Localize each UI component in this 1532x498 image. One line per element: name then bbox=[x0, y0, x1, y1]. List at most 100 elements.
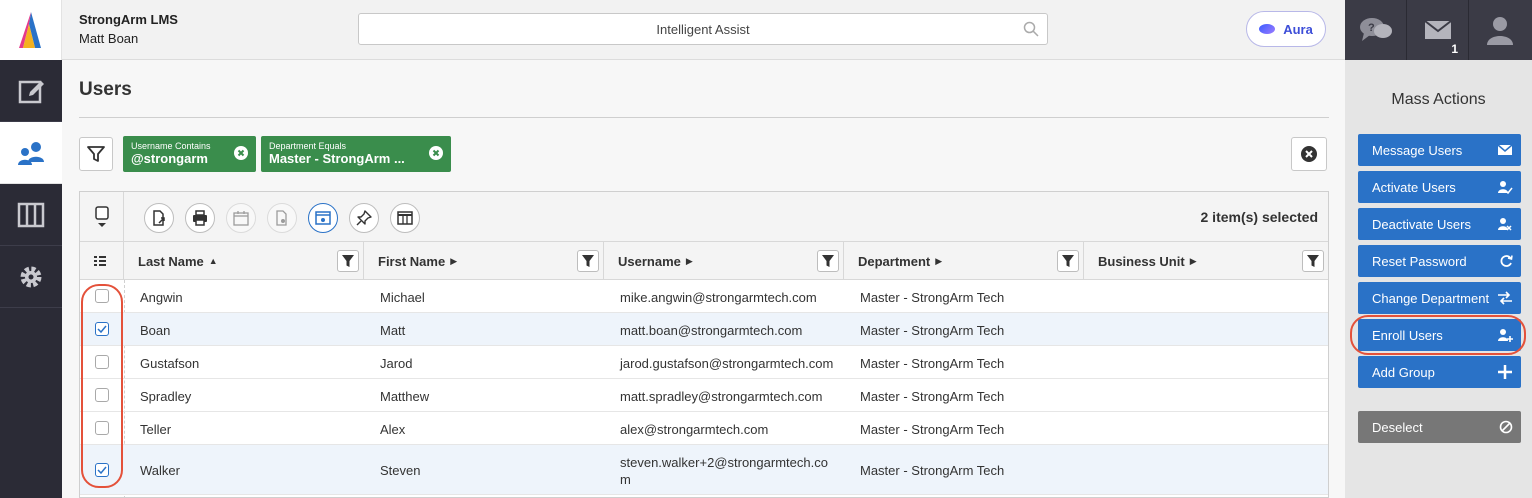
column-header-first-name[interactable]: First Name ▶ bbox=[364, 242, 604, 280]
cell-first-name: Steven bbox=[380, 463, 421, 478]
filter-chip-department[interactable]: Department Equals Master - StrongArm ... bbox=[261, 136, 451, 172]
activate-users-button[interactable]: Activate Users bbox=[1358, 171, 1521, 203]
sort-icon: ▶ bbox=[935, 255, 943, 266]
filter-button[interactable] bbox=[79, 137, 113, 171]
search-input[interactable]: Intelligent Assist bbox=[358, 13, 1048, 45]
pin-icon bbox=[356, 210, 372, 226]
schedule-button[interactable] bbox=[226, 203, 256, 233]
cell-department: Master - StrongArm Tech bbox=[860, 356, 1005, 371]
button-label: Activate Users bbox=[1372, 179, 1456, 195]
change-department-button[interactable]: Change Department bbox=[1358, 282, 1521, 314]
reset-password-button[interactable]: Reset Password bbox=[1358, 245, 1521, 277]
username-line-wrap: m bbox=[620, 472, 631, 487]
filter-chip-label: Username Contains bbox=[131, 141, 211, 151]
button-label: Message Users bbox=[1372, 142, 1463, 158]
table-row[interactable]: Teller Alex alex@strongarmtech.com Maste… bbox=[80, 412, 1328, 445]
list-icon bbox=[94, 256, 106, 266]
pin-button[interactable] bbox=[349, 203, 379, 233]
cell-last-name: Boan bbox=[140, 323, 171, 338]
button-label: Add Group bbox=[1372, 364, 1435, 380]
column-filter-button[interactable] bbox=[817, 250, 839, 272]
envelope-icon bbox=[1423, 20, 1452, 39]
filter-chip-value: Master - StrongArm ... bbox=[269, 151, 405, 166]
mass-actions-panel: Mass Actions Message Users Activate User… bbox=[1345, 60, 1532, 498]
message-users-button[interactable]: Message Users bbox=[1358, 134, 1521, 166]
search-placeholder: Intelligent Assist bbox=[656, 22, 750, 37]
document-share-icon bbox=[276, 210, 287, 226]
cell-department: Master - StrongArm Tech bbox=[860, 422, 1005, 437]
help-button[interactable]: ? bbox=[1345, 0, 1407, 60]
export-button[interactable] bbox=[144, 203, 174, 233]
column-header-business-unit[interactable]: Business Unit ▶ bbox=[1084, 242, 1328, 280]
column-header-department[interactable]: Department ▶ bbox=[844, 242, 1084, 280]
top-header: StrongArm LMS Matt Boan Intelligent Assi… bbox=[62, 0, 1345, 60]
svg-text:?: ? bbox=[1368, 22, 1375, 34]
select-all-dropdown[interactable] bbox=[80, 192, 124, 242]
filter-icon bbox=[342, 255, 354, 267]
column-label: Business Unit bbox=[1098, 253, 1185, 269]
table-columns-icon bbox=[397, 211, 413, 225]
table-row[interactable]: Boan Matt matt.boan@strongarmtech.com Ma… bbox=[80, 313, 1328, 346]
column-label: Username bbox=[618, 253, 681, 269]
table-row[interactable]: Gustafson Jarod jarod.gustafson@strongar… bbox=[80, 346, 1328, 379]
clear-filters-button[interactable] bbox=[1291, 137, 1327, 171]
cell-username: mike.angwin@strongarmtech.com bbox=[620, 290, 817, 305]
table-row[interactable]: Spradley Matthew matt.spradley@strongarm… bbox=[80, 379, 1328, 412]
nav-item-catalog[interactable] bbox=[0, 184, 62, 246]
messages-button[interactable]: 1 bbox=[1407, 0, 1469, 60]
remove-filter-icon[interactable] bbox=[234, 146, 248, 160]
cell-last-name: Angwin bbox=[140, 290, 183, 305]
button-label: Change Department bbox=[1372, 290, 1490, 306]
cell-first-name: Matt bbox=[380, 323, 406, 338]
username-line: steven.walker+2@strongarmtech.co bbox=[620, 455, 828, 470]
column-filter-button[interactable] bbox=[577, 250, 599, 272]
nav-item-content[interactable] bbox=[0, 60, 62, 122]
aura-icon bbox=[1259, 24, 1276, 34]
column-header-username[interactable]: Username ▶ bbox=[604, 242, 844, 280]
nav-item-settings[interactable] bbox=[0, 246, 62, 308]
cell-username: matt.spradley@strongarmtech.com bbox=[620, 389, 823, 404]
column-filter-button[interactable] bbox=[337, 250, 359, 272]
deselect-button[interactable]: Deselect bbox=[1358, 411, 1521, 443]
aura-button[interactable]: Aura bbox=[1246, 11, 1326, 47]
columns-button[interactable] bbox=[390, 203, 420, 233]
title-divider bbox=[79, 117, 1329, 118]
share-report-button[interactable] bbox=[267, 203, 297, 233]
users-grid: 2 item(s) selected Last Name ▲ First Nam… bbox=[79, 191, 1329, 498]
table-row[interactable]: Angwin Michael mike.angwin@strongarmtech… bbox=[80, 280, 1328, 313]
filter-chip-username[interactable]: Username Contains @strongarm bbox=[123, 136, 256, 172]
cell-first-name: Jarod bbox=[380, 356, 413, 371]
deactivate-users-button[interactable]: Deactivate Users bbox=[1358, 208, 1521, 240]
row-options-header[interactable] bbox=[80, 242, 124, 280]
plus-icon bbox=[1498, 365, 1512, 379]
grid-toolbar: 2 item(s) selected bbox=[80, 192, 1328, 242]
filter-icon bbox=[822, 255, 834, 267]
calendar-icon bbox=[233, 211, 249, 226]
cell-first-name: Matthew bbox=[380, 389, 430, 404]
remove-filter-icon[interactable] bbox=[429, 146, 443, 160]
column-header-last-name[interactable]: Last Name ▲ bbox=[124, 242, 364, 280]
column-filter-button[interactable] bbox=[1057, 250, 1079, 272]
print-icon bbox=[193, 210, 207, 226]
layout-button[interactable] bbox=[308, 203, 338, 233]
nav-item-users[interactable] bbox=[0, 122, 62, 184]
envelope-icon bbox=[1497, 144, 1513, 155]
column-label: Last Name bbox=[138, 253, 204, 269]
cell-username: steven.walker+2@strongarmtech.co m bbox=[620, 454, 828, 488]
avatar-icon bbox=[1487, 17, 1513, 45]
app-logo[interactable] bbox=[0, 0, 62, 60]
profile-button[interactable] bbox=[1469, 0, 1531, 60]
column-filter-button[interactable] bbox=[1302, 250, 1324, 272]
help-chat-icon: ? bbox=[1359, 18, 1392, 41]
columns-icon bbox=[17, 202, 45, 227]
cell-last-name: Gustafson bbox=[140, 356, 200, 371]
add-group-button[interactable]: Add Group bbox=[1358, 356, 1521, 388]
print-button[interactable] bbox=[185, 203, 215, 233]
table-row[interactable]: Walker Steven steven.walker+2@strongarmt… bbox=[80, 445, 1328, 495]
filter-icon bbox=[1307, 255, 1319, 267]
left-nav bbox=[0, 0, 62, 498]
main-content: Users Username Contains @strongarm Depar… bbox=[62, 60, 1345, 498]
cell-department: Master - StrongArm Tech bbox=[860, 463, 1005, 478]
filter-icon bbox=[87, 146, 105, 162]
sort-icon: ▶ bbox=[450, 255, 458, 266]
